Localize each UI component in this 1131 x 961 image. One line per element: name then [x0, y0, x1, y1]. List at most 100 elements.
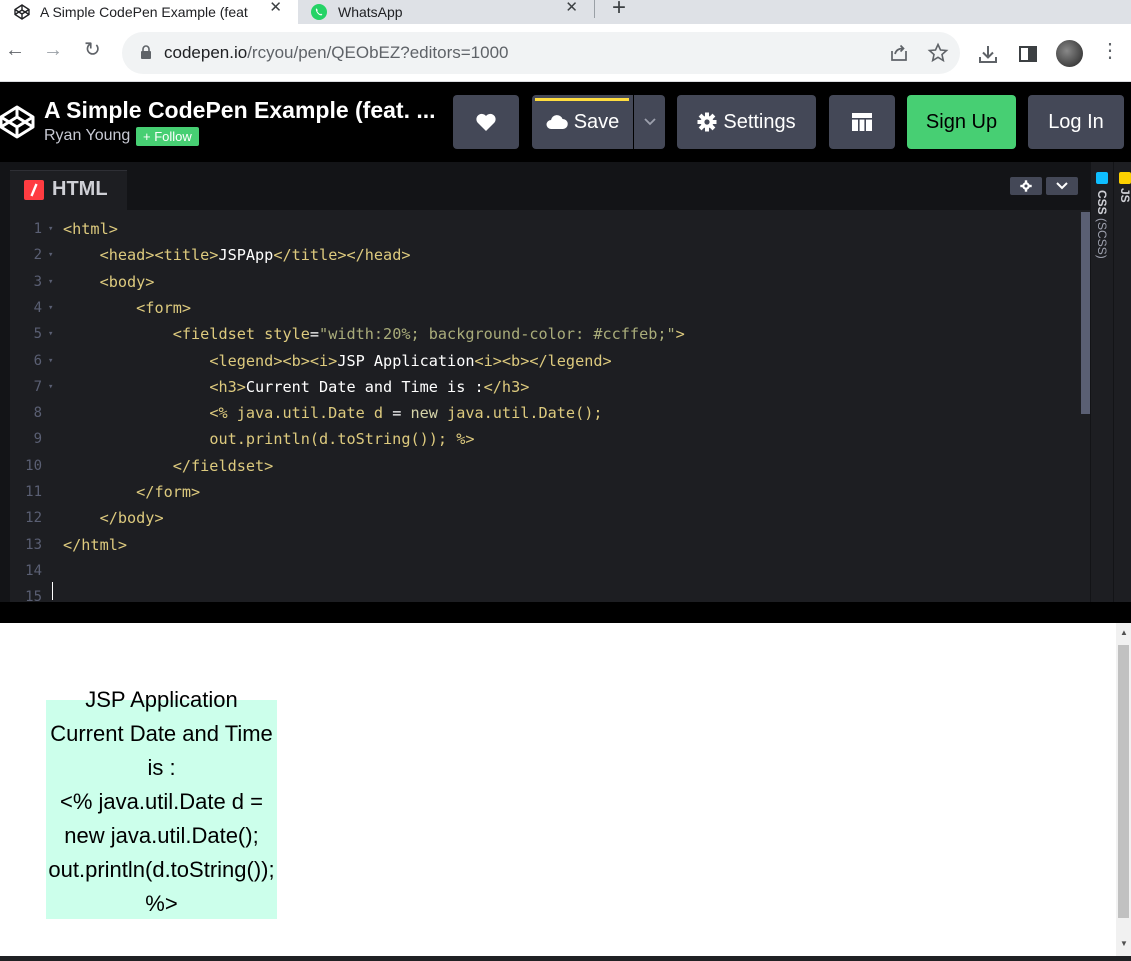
follow-button[interactable]: + Follow	[136, 127, 199, 146]
code-text: <form>	[136, 298, 192, 317]
cloud-icon	[546, 115, 568, 129]
line-number: 3	[33, 273, 42, 290]
code-line[interactable]: 5 ▾ <fieldset style="width:20%; backgroun…	[10, 321, 1070, 347]
sign-up-button[interactable]: Sign Up	[907, 95, 1016, 149]
fold-arrow-icon[interactable]: ▾	[48, 374, 53, 400]
editor-settings-button[interactable]	[1010, 177, 1042, 195]
line-number: 6	[33, 352, 42, 369]
code-line[interactable]: 14	[10, 558, 1070, 584]
line-number: 1	[33, 221, 42, 237]
code-line[interactable]: 11 </form>	[10, 479, 1070, 505]
preview-fieldset-text: Current Date and Time is : <% java.util.Da…	[46, 717, 277, 921]
fold-arrow-icon[interactable]: ▾	[48, 295, 53, 321]
editor-scrollbar[interactable]	[1079, 210, 1090, 602]
scroll-up-icon[interactable]: ▲	[1120, 628, 1128, 637]
save-button[interactable]: Save	[532, 95, 633, 149]
pen-title[interactable]: A Simple CodePen Example (feat. ...	[44, 97, 436, 124]
line-number: 4	[33, 299, 42, 316]
browser-tab-strip: A Simple CodePen Example (feat ✕ WhatsAp…	[0, 0, 1131, 24]
fold-arrow-icon[interactable]: ▾	[48, 242, 53, 268]
editor-resize-bar[interactable]	[0, 602, 1131, 623]
tab-html[interactable]: HTML	[10, 170, 127, 210]
preview-text-line: <% java.util.Date d =	[59, 789, 263, 814]
collapsed-editors: CSS (SCSS) JS	[1090, 162, 1131, 602]
change-view-button[interactable]	[829, 95, 895, 149]
editor-header: HTML	[10, 162, 1090, 210]
code-text: <html>	[63, 220, 118, 238]
settings-button[interactable]: Settings	[677, 95, 816, 149]
line-number: 8	[33, 405, 42, 422]
editor-panel: HTML 1 ▾ <html> 2 ▾ <head><title>JSPApp</tit…	[0, 162, 1131, 602]
code-text: <head><title>JSPApp</title></head>	[99, 246, 411, 265]
css-badge-icon	[1096, 172, 1108, 184]
code-editor[interactable]: 1 ▾ <html> 2 ▾ <head><title>JSPApp</title></…	[10, 210, 1080, 602]
line-number: 5	[33, 326, 42, 343]
editor-scroll-thumb[interactable]	[1081, 212, 1090, 414]
editor-collapse-button[interactable]	[1046, 177, 1078, 195]
line-number: 14	[25, 562, 42, 579]
forward-button[interactable]: →	[43, 40, 63, 60]
side-panel-icon[interactable]	[1017, 43, 1039, 65]
line-number: 15	[25, 589, 42, 602]
code-text: <% java.util.Date d = new java.util.Date…	[209, 404, 603, 423]
url-text[interactable]: codepen.io/rcyou/pen/QEObEZ?editors=1000	[164, 43, 508, 63]
heart-icon	[476, 113, 496, 131]
reload-button[interactable]: ↻	[84, 40, 101, 60]
fold-arrow-icon[interactable]: ▾	[48, 348, 53, 374]
bookmark-star-icon[interactable]	[927, 42, 949, 64]
chevron-down-icon	[1056, 182, 1068, 190]
fold-arrow-icon[interactable]: ▾	[48, 269, 53, 295]
share-icon[interactable]	[888, 42, 910, 64]
code-text: </fieldset>	[172, 456, 274, 475]
tab-title: WhatsApp	[338, 4, 403, 20]
save-label: Save	[573, 110, 620, 133]
browser-tab-whatsapp[interactable]: WhatsApp ✕	[298, 0, 594, 24]
preview-text-line: %>	[145, 891, 178, 916]
pen-author[interactable]: Ryan Young	[44, 127, 130, 145]
download-icon[interactable]	[977, 43, 999, 65]
editor-tab-label: HTML	[52, 178, 108, 200]
browser-menu-icon[interactable]: ⋮	[1100, 41, 1120, 61]
code-text: <h3>Current Date and Time is :</h3>	[209, 377, 530, 396]
lock-icon[interactable]	[140, 45, 152, 59]
whatsapp-icon	[311, 4, 327, 20]
preview-scrollbar[interactable]: ▲ ▼	[1116, 623, 1131, 956]
preview-legend: JSP Application	[85, 687, 238, 712]
log-in-button[interactable]: Log In	[1028, 95, 1124, 149]
preview-text-line: Current Date and Time	[50, 721, 273, 746]
code-line[interactable]: 4 ▾ <form>	[10, 295, 1070, 321]
close-tab-icon[interactable]: ✕	[565, 0, 578, 15]
fold-arrow-icon[interactable]: ▾	[48, 321, 53, 347]
code-line[interactable]: 10 </fieldset>	[10, 453, 1070, 479]
heart-button[interactable]	[453, 95, 519, 149]
js-editor-collapsed[interactable]: JS	[1114, 162, 1131, 602]
scroll-down-icon[interactable]: ▼	[1120, 939, 1128, 948]
code-line[interactable]: 2 ▾ <head><title>JSPApp</title></head>	[10, 242, 1070, 268]
profile-avatar[interactable]	[1056, 40, 1083, 67]
browser-tab-codepen[interactable]: A Simple CodePen Example (feat ✕	[0, 0, 298, 24]
new-tab-button[interactable]: +	[612, 0, 626, 22]
close-tab-icon[interactable]: ✕	[269, 0, 282, 15]
code-line[interactable]: 15	[10, 584, 1070, 602]
code-line[interactable]: 8 <% java.util.Date d = new java.util.Da…	[10, 400, 1070, 426]
address-bar[interactable]: codepen.io/rcyou/pen/QEObEZ?editors=1000	[122, 32, 960, 74]
save-options-button[interactable]	[634, 95, 665, 149]
code-line[interactable]: 6 ▾ <legend><b><i>JSP Application<i><b></…	[10, 348, 1070, 374]
code-text: out.println(d.toString()); %>	[209, 430, 475, 449]
code-line[interactable]: 9 out.println(d.toString()); %>	[10, 426, 1070, 452]
code-line[interactable]: 3 ▾ <body>	[10, 269, 1070, 295]
line-number: 7	[33, 378, 42, 395]
preview-scroll-thumb[interactable]	[1118, 645, 1129, 918]
code-line[interactable]: 13 </html>	[10, 532, 1070, 558]
line-number: 11	[25, 484, 42, 500]
codepen-logo-icon[interactable]	[0, 101, 36, 141]
fold-arrow-icon[interactable]: ▾	[48, 216, 53, 242]
css-editor-collapsed[interactable]: CSS (SCSS)	[1091, 162, 1113, 602]
code-line[interactable]: 7 ▾ <h3>Current Date and Time is :</h3>	[10, 374, 1070, 400]
tab-separator	[594, 0, 595, 18]
gear-icon	[697, 112, 717, 132]
back-button[interactable]: ←	[5, 40, 25, 60]
code-line[interactable]: 12 </body>	[10, 505, 1070, 531]
code-line[interactable]: 1 ▾ <html>	[10, 216, 1070, 242]
codepen-header: A Simple CodePen Example (feat. ... Ryan…	[0, 82, 1131, 162]
